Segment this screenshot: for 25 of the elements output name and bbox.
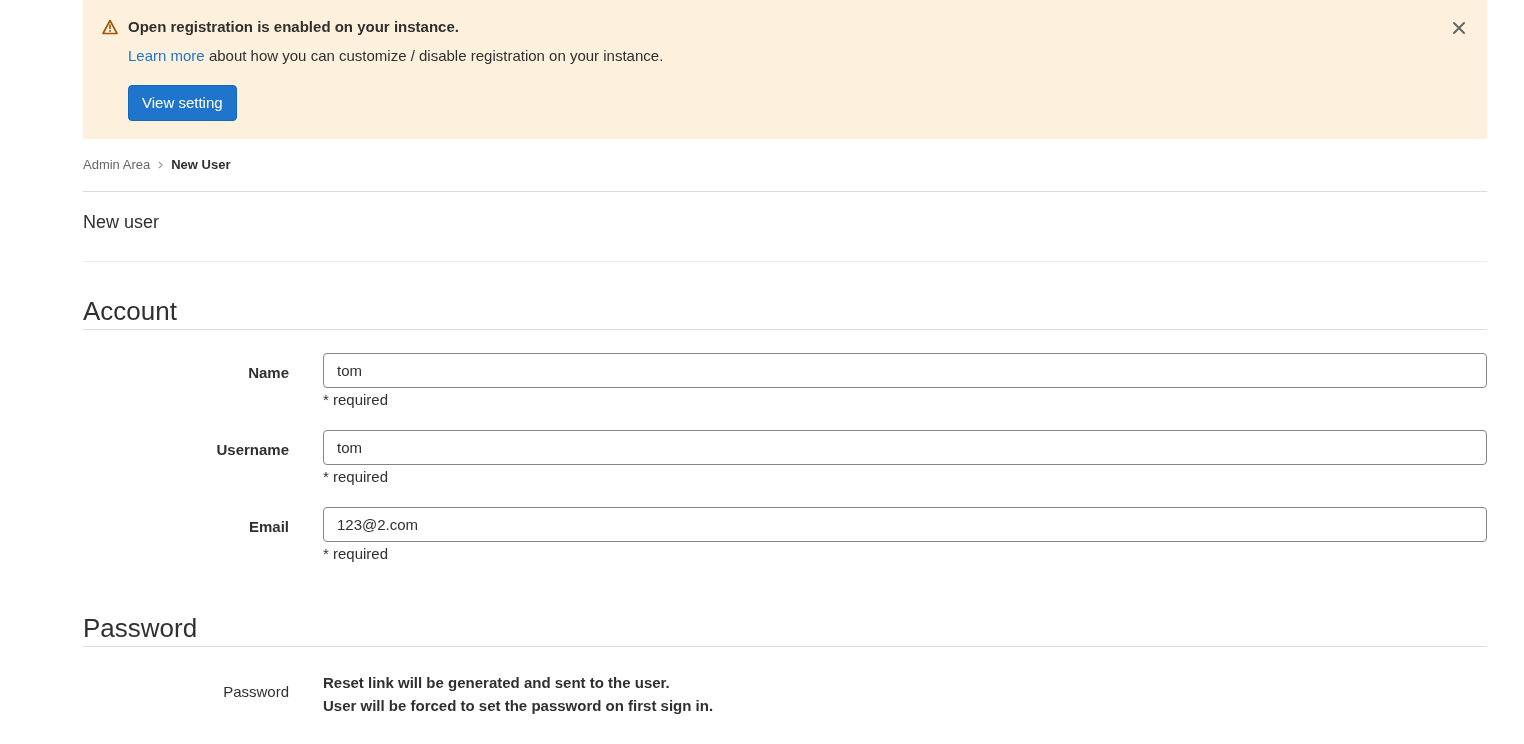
- required-hint: * required: [323, 467, 390, 487]
- text-field[interactable]: 123@2.com: [323, 507, 1487, 542]
- alert-message: Learn more about how you can customize / disable registration on your instance.: [128, 46, 664, 66]
- field-label: Name: [247, 363, 289, 383]
- close-icon: [1453, 22, 1465, 34]
- password-note: Reset link will be generated and sent to the user.: [323, 673, 671, 693]
- breadcrumb-link[interactable]: Admin Area: [83, 155, 151, 175]
- required-hint: * required: [323, 390, 390, 410]
- field-label: Username: [215, 440, 289, 460]
- field-label: Email: [247, 517, 289, 537]
- password-note: User will be forced to set the password on first sign in.: [323, 696, 715, 716]
- learn-more-link[interactable]: Learn more: [128, 47, 205, 64]
- required-hint: * required: [323, 544, 390, 564]
- text-field[interactable]: tom: [323, 353, 1487, 388]
- text-field[interactable]: tom: [323, 430, 1487, 465]
- alert-title: Open registration is enabled on your instance.: [128, 17, 459, 37]
- breadcrumb-link[interactable]: New User: [171, 155, 231, 175]
- close-button[interactable]: [1451, 20, 1467, 36]
- chevron-right-icon: [158, 161, 164, 169]
- section-heading: Password: [83, 611, 1487, 647]
- page-title: New user: [83, 211, 160, 234]
- section-heading: Account: [83, 294, 1487, 330]
- warning-icon: [101, 19, 119, 35]
- field-label: Password: [222, 682, 289, 702]
- view-setting-button[interactable]: View setting: [128, 85, 237, 121]
